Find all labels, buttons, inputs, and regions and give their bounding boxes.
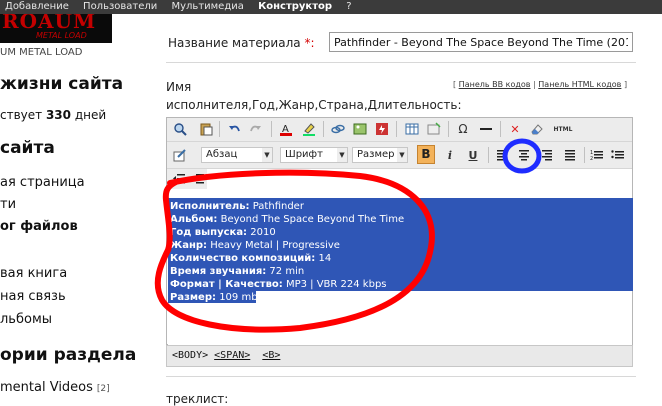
content-line-album: Альбом: Beyond The Space Beyond The Time [170,214,405,225]
divider [166,62,636,63]
svg-text:2: 2 [590,156,593,161]
toolbar-separator [219,121,220,137]
indent-icon[interactable] [189,171,207,187]
omega-icon[interactable]: Ω [454,121,472,137]
ordered-list-icon[interactable]: 12 [588,147,606,163]
align-justify-icon[interactable] [561,147,579,163]
title-label: Название материала *: [168,36,315,50]
path-tag-b[interactable]: <B> [262,350,280,361]
hr-icon[interactable] [477,121,495,137]
top-nav-bar: Добавление Пользователи Мультимедиа Конс… [0,0,662,14]
site-days-text: ствует 330 дней [0,108,107,122]
site-heading: сайта [0,138,55,158]
panel-links: [ Панель BB кодов | Панель HTML кодов ] [453,80,628,89]
font-select[interactable]: Шрифт ▼ [280,147,348,163]
toolbar-separator [448,121,449,137]
categories-heading: ории раздела [0,345,137,365]
align-left-icon[interactable] [493,147,511,163]
logo-subtitle: METAL LOAD [36,31,87,40]
site-logo[interactable]: ROAUM METAL LOAD [0,14,112,43]
nav-item-users[interactable]: Пользователи [83,1,157,12]
top-nav: Добавление Пользователи Мультимедиа Конс… [5,0,363,14]
paragraph-select[interactable]: Абзац ▼ [201,147,273,163]
sidebar-item-files[interactable]: ог файлов [0,219,78,234]
toolbar-separator [488,147,489,163]
content-line-duration: Время звучания: 72 min [170,266,305,277]
content-line-year: Год выпуска: 2010 [170,227,276,238]
html-panel-link[interactable]: Панель HTML кодов [538,80,621,89]
field-label-details: исполнителя,Год,Жанр,Страна,Длительность… [166,98,462,112]
bb-panel-link[interactable]: Панель BB кодов [459,80,531,89]
sidebar-item-albums[interactable]: льбомы [0,312,52,327]
field-label-name: Имя [166,80,192,94]
editor-toolbar-row1: A Ω ✕ HTML [167,118,632,142]
unordered-list-icon[interactable] [609,147,627,163]
delete-icon[interactable]: ✕ [506,121,524,137]
html-icon[interactable]: HTML [552,121,574,137]
title-input[interactable] [329,32,633,52]
chevron-down-icon: ▼ [262,148,272,162]
table-icon[interactable] [403,121,421,137]
chevron-down-icon: ▼ [337,148,347,162]
content-line-artist: Исполнитель: Pathfinder [170,201,304,212]
toolbar-separator [500,121,501,137]
eraser-icon[interactable] [528,121,546,137]
size-select[interactable]: Размер ▼ [352,147,408,163]
content-line-genre: Жанр: Heavy Metal | Progressive [170,240,340,251]
align-right-icon[interactable] [538,147,556,163]
divider [166,376,636,377]
link-icon[interactable] [329,121,347,137]
paste-icon[interactable] [197,121,215,137]
underline-button[interactable]: U [464,147,482,163]
editor-path-bar: <BODY> <SPAN> <B> [166,345,633,367]
toolbar-separator [271,121,272,137]
nav-item-add[interactable]: Добавление [5,1,69,12]
outdent-icon[interactable] [170,171,188,187]
align-center-icon[interactable] [515,147,533,163]
image-icon[interactable] [351,121,369,137]
sidebar-item-feedback[interactable]: ная связь [0,289,66,304]
logo-caption: UM METAL LOAD [0,47,83,58]
style-icon[interactable] [171,147,189,163]
sidebar-item-home[interactable]: ая страница [0,175,85,190]
toolbar-separator [323,121,324,137]
rich-text-editor[interactable]: A Ω ✕ HTML Абзац ▼ Шрифт ▼ Размер ▼ B i … [166,117,633,345]
bg-color-icon[interactable] [300,121,318,137]
path-tag-span[interactable]: <SPAN> [214,350,250,361]
find-icon[interactable] [171,121,189,137]
category-item[interactable]: mental Videos [2] [0,380,110,395]
nav-item-constructor[interactable]: Конструктор [258,1,332,12]
toolbar-separator [396,121,397,137]
editor-toolbar-row2: Абзац ▼ Шрифт ▼ Размер ▼ B i U 12 [167,142,632,169]
site-life-heading: жизни сайта [0,74,124,94]
sidebar-item-news[interactable]: ти [0,197,16,212]
nav-item-help[interactable]: ? [346,1,351,12]
editor-toolbar-row3 [167,169,207,189]
text-color-icon[interactable]: A [277,121,295,137]
content-line-format: Формат | Качество: MP3 | VBR 224 kbps [170,279,387,290]
editor-content[interactable]: Исполнитель: Pathfinder Альбом: Beyond T… [168,198,633,345]
sidebar-item-guestbook[interactable]: вая книга [0,266,67,281]
redo-icon[interactable] [247,121,265,137]
bold-button[interactable]: B [417,145,435,164]
toolbar-separator [584,147,585,163]
flash-icon[interactable] [373,121,391,137]
insert-icon[interactable] [425,121,443,137]
nav-item-multimedia[interactable]: Мультимедиа [171,1,243,12]
italic-button[interactable]: i [441,147,459,163]
path-tag-body[interactable]: <BODY> [172,350,208,361]
undo-icon[interactable] [225,121,243,137]
content-line-size: Размер: 109 mb [170,292,258,303]
chevron-down-icon: ▼ [397,148,407,162]
content-line-tracks: Количество композиций: 14 [170,253,332,264]
